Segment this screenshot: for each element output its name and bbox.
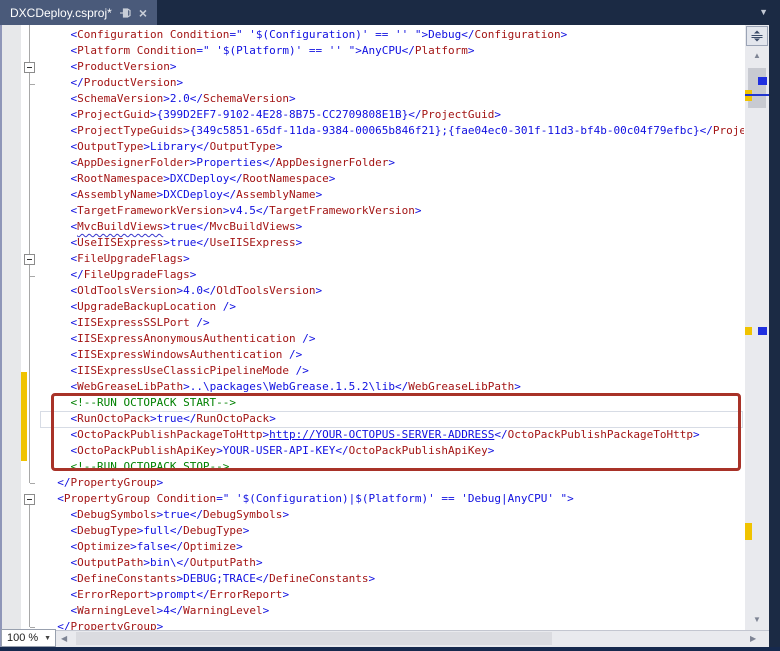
outline-scope-tick: [30, 84, 35, 85]
code-line: <ProjectTypeGuids>{349c5851-65df-11da-93…: [44, 123, 744, 139]
code-line: </PropertyGroup>: [44, 475, 744, 491]
scrollbar-mark-changed: [745, 327, 752, 335]
split-window-handle[interactable]: [746, 26, 768, 46]
code-line: <SchemaVersion>2.0</SchemaVersion>: [44, 91, 744, 107]
changed-lines-bar: [21, 372, 27, 461]
code-line: <RootNamespace>DXCDeploy</RootNamespace>: [44, 171, 744, 187]
outline-scope-line: [29, 265, 30, 276]
scrollbar-mark-blue: [758, 77, 767, 85]
code-line: <DebugType>full</DebugType>: [44, 523, 744, 539]
code-line: <Optimize>false</Optimize>: [44, 539, 744, 555]
code-area[interactable]: <Configuration Condition=" '$(Configurat…: [44, 27, 744, 630]
outline-scope-tick: [30, 483, 35, 484]
collapse-box-propertygroup[interactable]: [24, 494, 35, 505]
code-line: <Configuration Condition=" '$(Configurat…: [44, 27, 744, 43]
code-line: <OldToolsVersion>4.0</OldToolsVersion>: [44, 283, 744, 299]
code-line: <DefineConstants>DEBUG;TRACE</DefineCons…: [44, 571, 744, 587]
scroll-right-icon[interactable]: ▶: [750, 631, 756, 647]
code-line: <AppDesignerFolder>Properties</AppDesign…: [44, 155, 744, 171]
scrollbar-mark-blue: [758, 327, 767, 335]
scrollbar-caret-mark: [745, 94, 769, 96]
scroll-left-icon[interactable]: ◀: [61, 631, 67, 647]
document-tab[interactable]: DXCDeploy.csproj* ×: [0, 0, 157, 25]
zoom-level-combo[interactable]: 100 % ▼: [1, 629, 56, 647]
pin-icon[interactable]: [120, 7, 131, 19]
split-handle-icon: [751, 30, 763, 42]
scroll-up-icon[interactable]: ▲: [745, 48, 769, 64]
code-line: <TargetFrameworkVersion>v4.5</TargetFram…: [44, 203, 744, 219]
zoom-level-value: 100 %: [2, 632, 44, 644]
outline-scope-tick: [30, 627, 35, 628]
code-line: <ProjectGuid>{399D2EF7-9102-4E28-8B75-CC…: [44, 107, 744, 123]
horizontal-scroll-thumb[interactable]: [76, 632, 552, 645]
code-line: <MvcBuildViews>true</MvcBuildViews>: [44, 219, 744, 235]
vertical-scroll-thumb[interactable]: [748, 68, 766, 108]
annotation-red-box: [51, 393, 741, 471]
code-line: <DebugSymbols>true</DebugSymbols>: [44, 507, 744, 523]
code-line: </PropertyGroup>: [44, 619, 744, 630]
code-line: <UpgradeBackupLocation />: [44, 299, 744, 315]
code-line: <IISExpressWindowsAuthentication />: [44, 347, 744, 363]
code-line: <UseIISExpress>true</UseIISExpress>: [44, 235, 744, 251]
close-icon[interactable]: ×: [139, 6, 147, 20]
collapse-box-productversion[interactable]: [24, 62, 35, 73]
code-line: <FileUpgradeFlags>: [44, 251, 744, 267]
tab-list-chevron-icon[interactable]: ▼: [759, 7, 768, 17]
window-bottom-edge: [0, 647, 780, 651]
outline-scope-tick: [30, 276, 35, 277]
scroll-down-icon[interactable]: ▼: [745, 612, 769, 628]
zoom-combo-arrow-icon: ▼: [44, 635, 55, 642]
code-line: <Platform Condition=" '$(Platform)' == '…: [44, 43, 744, 59]
code-line: <OutputPath>bin\</OutputPath>: [44, 555, 744, 571]
code-line: <WarningLevel>4</WarningLevel>: [44, 603, 744, 619]
window-right-edge: [769, 25, 780, 651]
outline-scope-line: [29, 505, 30, 627]
code-line: <IISExpressAnonymousAuthentication />: [44, 331, 744, 347]
code-line: <ProductVersion>: [44, 59, 744, 75]
code-line: <ErrorReport>prompt</ErrorReport>: [44, 587, 744, 603]
code-line: <AssemblyName>DXCDeploy</AssemblyName>: [44, 187, 744, 203]
squiggle-underlined-text: MvcBuildViews: [77, 220, 163, 233]
code-line: <PropertyGroup Condition=" '$(Configurat…: [44, 491, 744, 507]
tab-title: DXCDeploy.csproj*: [10, 6, 112, 20]
code-line: <OutputType>Library</OutputType>: [44, 139, 744, 155]
code-line: </ProductVersion>: [44, 75, 744, 91]
outline-scope-line: [29, 73, 30, 84]
code-line: <IISExpressUseClassicPipelineMode />: [44, 363, 744, 379]
scrollbar-mark-changed: [745, 523, 752, 540]
code-line: </FileUpgradeFlags>: [44, 267, 744, 283]
indicator-margin: [2, 25, 21, 630]
vs-editor-window: DXCDeploy.csproj* × ▼ <: [0, 0, 780, 651]
tab-strip: DXCDeploy.csproj* × ▼: [0, 0, 780, 25]
collapse-box-fileupgradeflags[interactable]: [24, 254, 35, 265]
code-line: <IISExpressSSLPort />: [44, 315, 744, 331]
